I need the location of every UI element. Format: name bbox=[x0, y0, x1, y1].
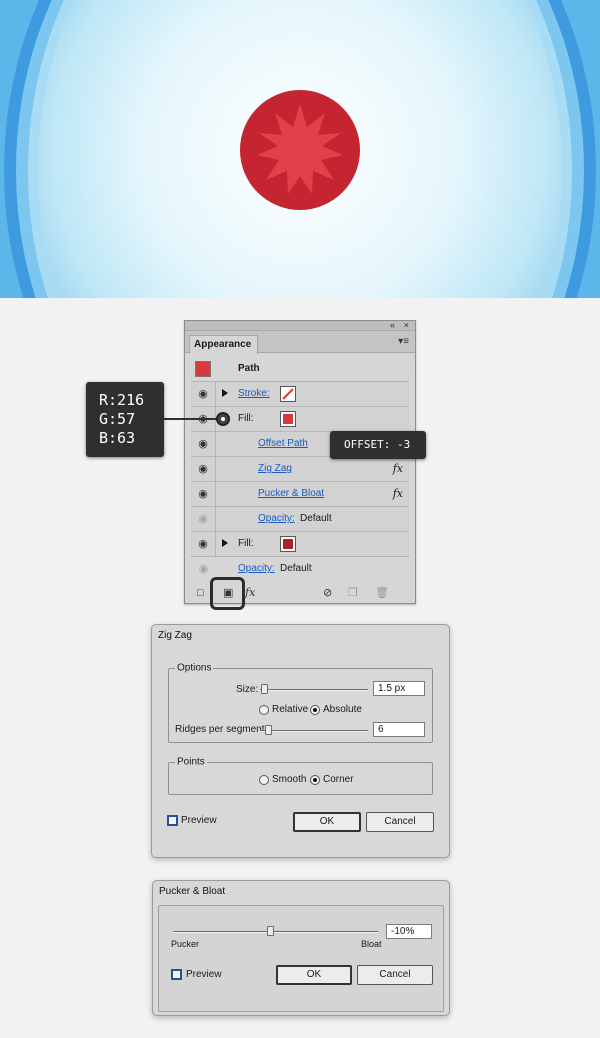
path-row[interactable]: Path bbox=[191, 357, 409, 382]
visibility-eye-icon[interactable]: ◉ bbox=[191, 532, 216, 556]
ridges-slider-thumb[interactable] bbox=[265, 725, 272, 735]
ridges-label: Ridges per segment: bbox=[175, 724, 268, 735]
ridges-slider[interactable] bbox=[260, 730, 368, 732]
options-group: Options Size: 1.5 px Relative Absolute R… bbox=[168, 662, 433, 743]
visibility-eye-icon[interactable]: ◉ bbox=[191, 507, 216, 531]
effect-row-zig-zag[interactable]: ◉ Zig Zag fx bbox=[191, 457, 409, 482]
pucker-bloat-link[interactable]: Pucker & Bloat bbox=[258, 488, 324, 499]
panel-menu-icon[interactable]: ▾≡ bbox=[398, 336, 409, 347]
trash-icon[interactable]: 🗑 bbox=[375, 586, 389, 600]
fill-swatch[interactable] bbox=[280, 411, 296, 427]
add-effect-fx-icon[interactable]: fx bbox=[245, 586, 255, 600]
tab-appearance[interactable]: Appearance bbox=[189, 335, 259, 354]
zig-zag-link[interactable]: Zig Zag bbox=[258, 463, 292, 474]
duplicate-item-icon[interactable]: ❐ bbox=[348, 586, 358, 600]
corner-radio[interactable] bbox=[310, 775, 320, 785]
panel-tabs: Appearance ▾≡ bbox=[185, 331, 415, 354]
rgb-r: R:216 bbox=[99, 391, 145, 409]
points-group: Points Smooth Corner bbox=[168, 756, 433, 795]
clear-appearance-icon[interactable]: ⊘ bbox=[323, 586, 332, 600]
artwork-canvas bbox=[0, 0, 600, 298]
collapse-icon[interactable]: « bbox=[390, 320, 395, 330]
ok-button[interactable]: OK bbox=[293, 812, 361, 832]
offset-path-link[interactable]: Offset Path bbox=[258, 438, 308, 449]
options-title: Options bbox=[175, 662, 214, 674]
appearance-rows: Path ◉ Stroke: ◉ Fill: ◉ Offset Path ◉ Z… bbox=[191, 357, 409, 582]
visibility-eye-icon[interactable]: ◉ bbox=[191, 482, 216, 506]
path-thumbnail bbox=[195, 361, 211, 377]
stroke-link[interactable]: Stroke: bbox=[238, 388, 270, 399]
ok-button[interactable]: OK bbox=[276, 965, 352, 985]
corner-label: Corner bbox=[323, 774, 354, 785]
dialog-title: Pucker & Bloat bbox=[159, 886, 226, 897]
fx-icon: fx bbox=[392, 462, 403, 475]
visibility-eye-icon[interactable]: ◉ bbox=[191, 382, 216, 406]
opacity-link-2[interactable]: Opacity: bbox=[238, 563, 275, 574]
relative-radio[interactable] bbox=[259, 705, 269, 715]
size-slider-thumb[interactable] bbox=[261, 684, 268, 694]
preview-label: Preview bbox=[181, 815, 217, 826]
bloat-label: Bloat bbox=[361, 939, 382, 949]
expand-triangle-icon[interactable] bbox=[222, 539, 228, 547]
opacity-link[interactable]: Opacity: bbox=[258, 513, 295, 524]
rgb-g: G:57 bbox=[99, 410, 136, 428]
size-label: Size: bbox=[236, 684, 259, 695]
fill-opacity-row[interactable]: ◉ Opacity: Default bbox=[191, 507, 409, 532]
fill-swatch-2[interactable] bbox=[280, 536, 296, 552]
add-fill-highlight bbox=[210, 577, 245, 610]
pucker-slider-thumb[interactable] bbox=[267, 926, 274, 936]
effect-row-pucker-bloat[interactable]: ◉ Pucker & Bloat fx bbox=[191, 482, 409, 507]
preview-label: Preview bbox=[186, 969, 222, 980]
pucker-value-field[interactable]: -10% bbox=[386, 924, 432, 939]
absolute-radio[interactable] bbox=[310, 705, 320, 715]
visibility-eye-icon[interactable]: ◉ bbox=[191, 432, 216, 456]
ridges-field[interactable]: 6 bbox=[373, 722, 425, 737]
close-icon[interactable]: × bbox=[404, 320, 409, 330]
smooth-radio[interactable] bbox=[259, 775, 269, 785]
stroke-none-swatch[interactable] bbox=[280, 386, 296, 402]
rgb-callout: R:216 G:57 B:63 bbox=[86, 382, 164, 457]
artwork-preview bbox=[0, 0, 600, 298]
appearance-panel: « × Appearance ▾≡ Path ◉ Stroke: ◉ Fill: bbox=[184, 320, 416, 604]
rgb-b: B:63 bbox=[99, 429, 136, 447]
preview-checkbox[interactable] bbox=[171, 969, 182, 980]
pucker-content: Pucker Bloat -10% Preview OK Cancel bbox=[158, 905, 444, 1012]
fill-row-2[interactable]: ◉ Fill: bbox=[191, 532, 409, 557]
pucker-slider[interactable] bbox=[173, 931, 378, 933]
callout-connector bbox=[164, 418, 222, 420]
opacity-value: Default bbox=[300, 513, 332, 524]
dialog-title: Zig Zag bbox=[158, 630, 192, 641]
panel-titlebar: « × bbox=[185, 320, 415, 331]
none-slash-icon bbox=[282, 388, 294, 400]
fill-label-2: Fill: bbox=[238, 538, 254, 549]
pucker-label: Pucker bbox=[171, 939, 200, 949]
stroke-row[interactable]: ◉ Stroke: bbox=[191, 382, 409, 407]
smooth-label: Smooth bbox=[272, 774, 307, 785]
size-slider[interactable] bbox=[260, 689, 368, 691]
points-title: Points bbox=[175, 756, 207, 768]
visibility-eye-icon[interactable]: ◉ bbox=[191, 457, 216, 481]
fx-icon: fx bbox=[392, 487, 403, 500]
zig-zag-dialog: Zig Zag Options Size: 1.5 px Relative Ab… bbox=[151, 624, 450, 858]
offset-callout: OFFSET: -3 bbox=[330, 431, 426, 459]
cancel-button[interactable]: Cancel bbox=[366, 812, 434, 832]
callout-dot bbox=[216, 412, 230, 426]
pucker-bloat-dialog: Pucker & Bloat Pucker Bloat -10% Preview… bbox=[152, 880, 450, 1016]
expand-triangle-icon[interactable] bbox=[222, 389, 228, 397]
add-stroke-icon[interactable]: □ bbox=[197, 586, 204, 600]
path-label: Path bbox=[238, 363, 260, 374]
fill-label: Fill: bbox=[238, 413, 254, 424]
absolute-label: Absolute bbox=[323, 704, 362, 715]
preview-checkbox[interactable] bbox=[167, 815, 178, 826]
opacity-value-2: Default bbox=[280, 563, 312, 574]
cancel-button[interactable]: Cancel bbox=[357, 965, 433, 985]
size-field[interactable]: 1.5 px bbox=[373, 681, 425, 696]
relative-label: Relative bbox=[272, 704, 309, 715]
